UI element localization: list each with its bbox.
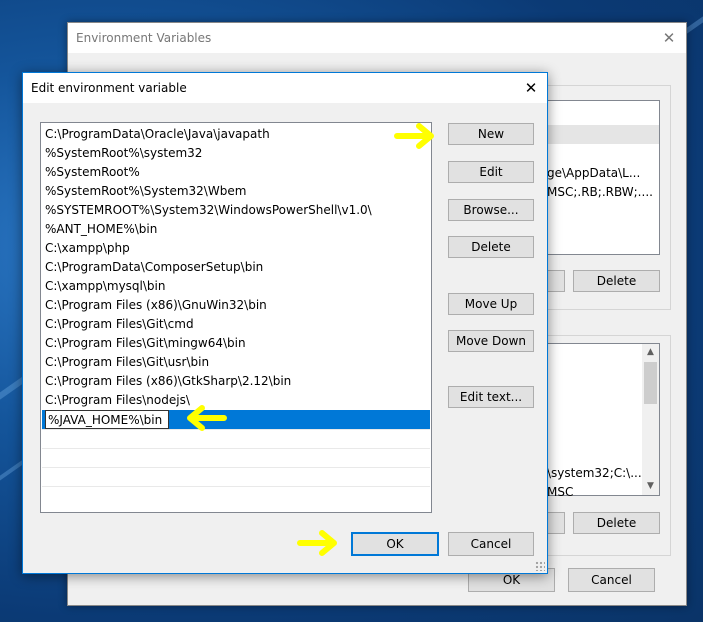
scroll-down-icon[interactable]: ▼ <box>642 478 659 495</box>
path-list-item[interactable]: C:\Program Files\Git\usr\bin <box>45 353 209 372</box>
env-window-titlebar: Environment Variables ✕ <box>68 23 686 53</box>
dialog-title: Edit environment variable <box>31 81 187 95</box>
path-list[interactable]: C:\ProgramData\Oracle\Java\javapath %Syst… <box>40 122 432 513</box>
system-list-scrollbar[interactable]: ▲ ▼ <box>642 344 659 495</box>
empty-row-divider <box>42 467 430 468</box>
empty-row-divider <box>42 429 430 430</box>
delete-button[interactable]: Delete <box>448 236 534 258</box>
user-variable-selected-row[interactable] <box>547 125 659 144</box>
path-list-item[interactable]: C:\ProgramData\Oracle\Java\javapath <box>45 125 270 144</box>
empty-row-divider <box>42 486 430 487</box>
browse-button[interactable]: Browse... <box>448 199 534 221</box>
path-list-item[interactable]: %SystemRoot% <box>45 163 140 182</box>
arrow-right-icon <box>297 530 337 556</box>
user-variable-fragment: MSC;.RB;.RBW;.... <box>547 185 653 199</box>
system-delete-button[interactable]: Delete <box>573 512 660 534</box>
edit-environment-variable-dialog: Edit environment variable ✕ C:\ProgramDa… <box>22 72 548 574</box>
path-list-item[interactable]: %SystemRoot%\System32\Wbem <box>45 182 246 201</box>
dialog-titlebar: Edit environment variable ✕ <box>23 73 547 103</box>
new-button[interactable]: New <box>448 123 534 145</box>
system-variable-fragment: \system32;C:\... <box>547 466 642 480</box>
path-list-item[interactable]: C:\xampp\php <box>45 239 130 258</box>
user-edit-button-partial[interactable] <box>548 270 565 292</box>
move-up-button[interactable]: Move Up <box>448 293 534 315</box>
edit-text-button[interactable]: Edit text... <box>448 386 534 408</box>
user-variable-fragment: ge\AppData\L... <box>547 166 641 180</box>
path-list-item[interactable]: C:\Program Files\nodejs\ <box>45 391 190 410</box>
empty-row-divider <box>42 448 430 449</box>
arrow-left-icon <box>187 405 227 431</box>
cancel-button[interactable]: Cancel <box>448 532 534 556</box>
env-window-title: Environment Variables <box>76 31 212 45</box>
path-list-item[interactable]: C:\ProgramData\ComposerSetup\bin <box>45 258 263 277</box>
system-variables-list[interactable]: \system32;C:\... MSC ▲ ▼ <box>546 343 660 499</box>
path-list-item[interactable]: %SystemRoot%\system32 <box>45 144 202 163</box>
scrollbar-thumb[interactable] <box>644 362 657 404</box>
path-list-item[interactable]: %ANT_HOME%\bin <box>45 220 157 239</box>
system-variable-fragment: MSC <box>547 485 574 499</box>
close-icon[interactable]: ✕ <box>520 77 542 99</box>
move-down-button[interactable]: Move Down <box>448 330 534 352</box>
resize-grip-icon[interactable] <box>535 561 545 571</box>
path-list-item[interactable]: C:\xampp\mysql\bin <box>45 277 165 296</box>
path-list-item[interactable]: C:\Program Files\Git\cmd <box>45 315 194 334</box>
path-list-item[interactable]: C:\Program Files\Git\mingw64\bin <box>45 334 246 353</box>
user-delete-button[interactable]: Delete <box>573 270 660 292</box>
path-list-item[interactable]: %SYSTEMROOT%\System32\WindowsPowerShell\… <box>45 201 372 220</box>
path-list-item[interactable]: C:\Program Files (x86)\GnuWin32\bin <box>45 296 267 315</box>
path-edit-input[interactable] <box>45 410 169 429</box>
edit-button[interactable]: Edit <box>448 161 534 183</box>
system-edit-button-partial[interactable] <box>548 512 565 534</box>
ok-button[interactable]: OK <box>351 532 439 556</box>
close-icon[interactable]: ✕ <box>658 27 680 49</box>
user-variables-list[interactable]: ge\AppData\L... MSC;.RB;.RBW;.... <box>546 100 660 255</box>
env-cancel-button[interactable]: Cancel <box>568 568 655 592</box>
path-list-item[interactable]: C:\Program Files (x86)\GtkSharp\2.12\bin <box>45 372 291 391</box>
scroll-up-icon[interactable]: ▲ <box>642 344 659 361</box>
arrow-right-icon <box>394 123 434 149</box>
